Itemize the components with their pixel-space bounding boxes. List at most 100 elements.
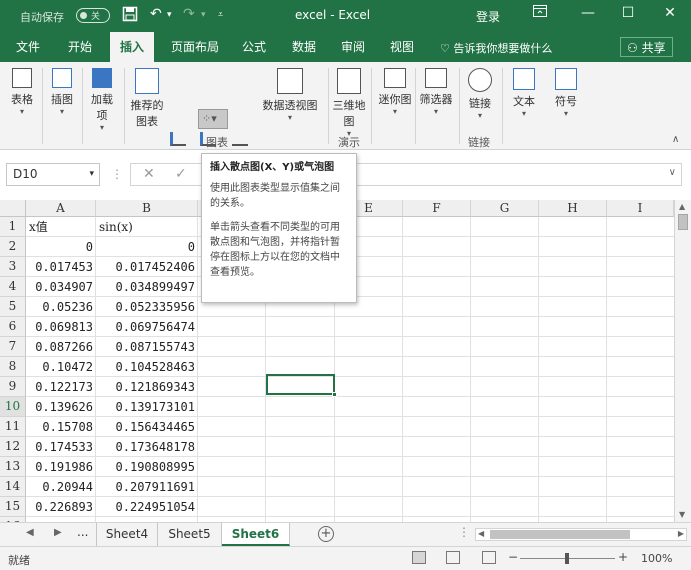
recommended-charts-button[interactable]: 推荐的图表 [128,68,166,129]
cell-b10[interactable]: 0.139173101 [96,397,197,417]
row-header-8[interactable]: 8 [0,357,26,377]
row-header-7[interactable]: 7 [0,337,26,357]
row-header-14[interactable]: 14 [0,477,26,497]
column-header-a[interactable]: A [26,200,96,217]
cell-a8[interactable]: 0.10472 [26,357,95,377]
column-header-i[interactable]: I [607,200,674,217]
maximize-icon[interactable]: ☐ [618,5,638,25]
cell-b8[interactable]: 0.104528463 [96,357,197,377]
cell-a5[interactable]: 0.05236 [26,297,95,317]
cell-a4[interactable]: 0.034907 [26,277,95,297]
cell-b14[interactable]: 0.207911691 [96,477,197,497]
row-header-2[interactable]: 2 [0,237,26,257]
symbols-button[interactable]: 符号 ▾ [552,68,580,118]
cell-b1[interactable]: sin(x) [96,217,198,237]
table-button[interactable]: 表格 ▾ [6,68,38,116]
sheet-tab-sheet4[interactable]: Sheet4 [96,523,158,546]
row-header-9[interactable]: 9 [0,377,26,397]
scroll-down-icon[interactable]: ▼ [679,510,685,519]
3d-map-button[interactable]: 三维地图 ▾ [331,68,367,138]
cell-a2[interactable]: 0 [26,237,95,257]
cell-a15[interactable]: 0.226893 [26,497,95,517]
prev-sheet-icon[interactable]: ◀ [26,527,34,538]
sheet-tab-sheet5[interactable]: Sheet5 [158,523,222,546]
illustrations-button[interactable]: 插图 ▾ [46,68,78,116]
zoom-out-icon[interactable]: − [508,550,518,564]
column-chart-icon[interactable] [170,132,186,146]
cell-b7[interactable]: 0.087155743 [96,337,197,357]
cell-a9[interactable]: 0.122173 [26,377,95,397]
enter-icon[interactable]: ✓ [175,166,187,182]
selected-cell[interactable] [266,374,337,397]
column-header-g[interactable]: G [471,200,539,217]
tab-file[interactable]: 文件 [8,32,48,62]
cell-a7[interactable]: 0.087266 [26,337,95,357]
row-header-12[interactable]: 12 [0,437,26,457]
scroll-up-icon[interactable]: ▲ [679,202,685,211]
vertical-scrollbar[interactable]: ▲ ▼ [674,200,691,522]
page-layout-view-icon[interactable] [446,551,460,564]
tab-page-layout[interactable]: 页面布局 [164,32,226,62]
pivot-chart-button[interactable]: 数据透视图 ▾ [262,68,318,122]
column-header-h[interactable]: H [539,200,607,217]
scroll-left-icon[interactable]: ◀ [478,529,484,538]
cell-b6[interactable]: 0.069756474 [96,317,197,337]
zoom-level[interactable]: 100% [641,552,672,565]
formula-bar-splitter[interactable]: ⋮ [111,167,124,181]
tab-review[interactable]: 审阅 [333,32,373,62]
addins-button[interactable]: 加载项 ▾ [88,68,116,132]
horizontal-scrollbar[interactable]: ◀ ▶ [475,528,687,541]
horizontal-scroll-thumb[interactable] [490,530,630,539]
cancel-icon[interactable]: ✕ [143,166,155,182]
add-sheet-icon[interactable]: + [318,526,334,542]
page-break-view-icon[interactable] [482,551,496,564]
normal-view-icon[interactable] [412,551,426,564]
autosave-toggle[interactable]: 关 [76,8,110,23]
cell-b15[interactable]: 0.224951054 [96,497,197,517]
row-header-11[interactable]: 11 [0,417,26,437]
insert-scatter-chart-button[interactable]: ⁘▾ [198,109,228,129]
login-link[interactable]: 登录 [476,8,500,25]
row-header-3[interactable]: 3 [0,257,26,277]
fill-handle[interactable] [332,392,337,397]
cell-b2[interactable]: 0 [96,237,197,257]
cell-a1[interactable]: x值 [26,217,96,237]
row-header-6[interactable]: 6 [0,317,26,337]
cell-a11[interactable]: 0.15708 [26,417,95,437]
minimize-icon[interactable]: — [578,5,598,25]
close-icon[interactable]: ✕ [660,5,680,25]
expand-formula-bar-icon[interactable]: ∨ [669,167,676,178]
column-header-b[interactable]: B [96,200,198,217]
cell-a10[interactable]: 0.139626 [26,397,95,417]
cell-a13[interactable]: 0.191986 [26,457,95,477]
filters-button[interactable]: 筛选器 ▾ [418,68,454,116]
next-sheet-icon[interactable]: ▶ [54,527,62,538]
row-header-5[interactable]: 5 [0,297,26,317]
waterfall-chart-icon[interactable] [232,132,248,146]
cell-b13[interactable]: 0.190808995 [96,457,197,477]
more-sheets[interactable]: ... [77,525,88,539]
sparklines-button[interactable]: 迷你图 ▾ [376,68,414,116]
column-header-f[interactable]: F [403,200,471,217]
tab-splitter-icon[interactable]: ⋮ [458,525,470,539]
scroll-right-icon[interactable]: ▶ [678,529,684,538]
cell-b11[interactable]: 0.156434465 [96,417,197,437]
tell-me-box[interactable]: ♡ 告诉我你想要做什么 [440,40,552,56]
cell-b3[interactable]: 0.017452406 [96,257,197,277]
cell-a14[interactable]: 0.20944 [26,477,95,497]
row-header-4[interactable]: 4 [0,277,26,297]
row-header-15[interactable]: 15 [0,497,26,517]
zoom-slider-thumb[interactable] [565,553,569,564]
row-header-10[interactable]: 10 [0,397,26,417]
cell-b9[interactable]: 0.121869343 [96,377,197,397]
customize-qat-icon[interactable]: ⩡ [218,10,223,20]
undo-dropdown-icon[interactable]: ▾ [167,10,172,20]
tab-data[interactable]: 数据 [284,32,324,62]
text-button[interactable]: 文本 ▾ [510,68,538,118]
cell-a6[interactable]: 0.069813 [26,317,95,337]
ribbon-display-icon[interactable] [530,5,550,25]
row-header-1[interactable]: 1 [0,217,26,237]
zoom-in-icon[interactable]: + [618,550,628,564]
sheet-tab-sheet6[interactable]: Sheet6 [222,523,290,546]
tab-insert[interactable]: 插入 [110,32,154,62]
